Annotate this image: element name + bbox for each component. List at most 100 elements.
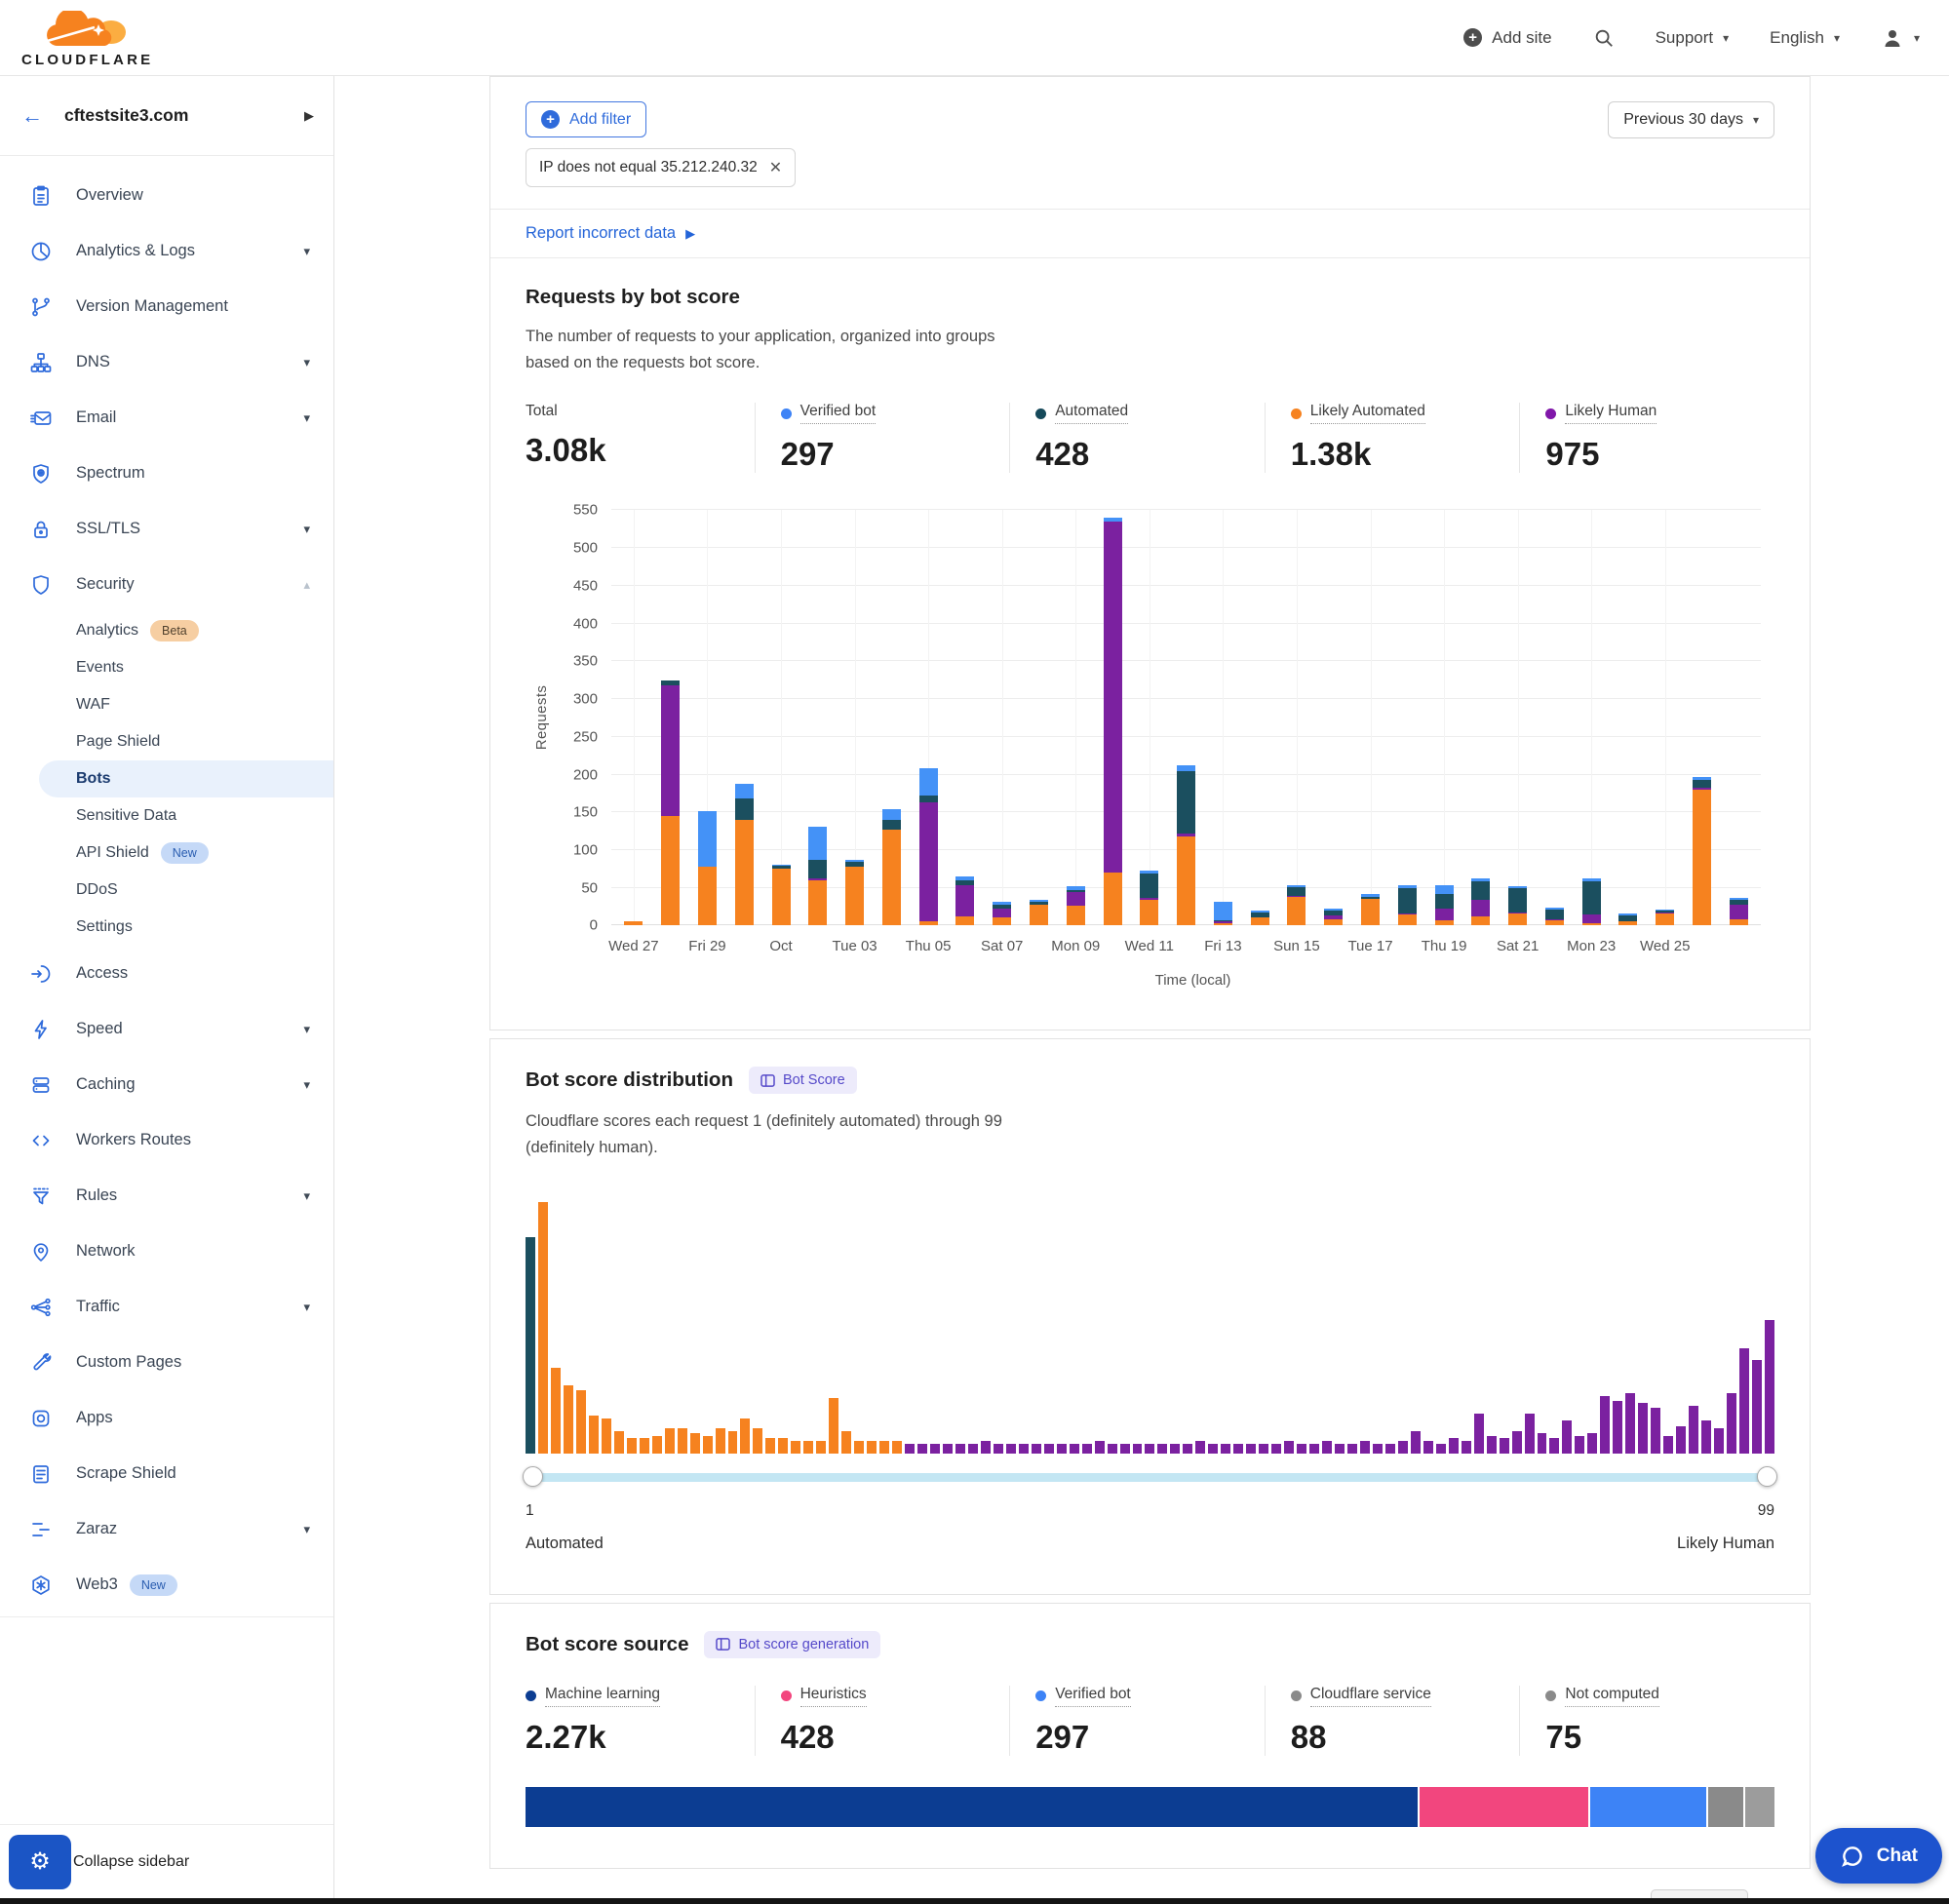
x-tick-label: Tue 03 <box>833 938 877 954</box>
sidebar-item-speed[interactable]: Speed▾ <box>0 1001 333 1057</box>
sidebar-item-overview[interactable]: Overview <box>0 168 333 223</box>
bar-segment <box>993 909 1011 917</box>
sidebar-subitem-events[interactable]: Events <box>0 649 333 686</box>
new-badge: New <box>161 842 209 864</box>
sidebar-item-web3[interactable]: Web3New <box>0 1557 333 1613</box>
stat-label: Verified bot <box>1035 1686 1265 1707</box>
slider-max-label: 99 <box>1758 1502 1774 1520</box>
cloudflare-logo[interactable]: CLOUDFLARE <box>21 11 153 68</box>
stat-label-text[interactable]: Likely Automated <box>1310 403 1425 424</box>
histogram-bar <box>905 1444 915 1454</box>
sidebar-item-traffic[interactable]: Traffic▾ <box>0 1279 333 1335</box>
sidebar-item-network[interactable]: Network <box>0 1224 333 1279</box>
pin-icon <box>29 1240 53 1263</box>
histogram-bar <box>930 1444 940 1454</box>
source-segment-heuristics <box>1420 1787 1588 1827</box>
histogram-bar <box>1322 1441 1332 1454</box>
stat-label-text[interactable]: Cloudflare service <box>1310 1686 1431 1707</box>
sidebar-item-spectrum[interactable]: Spectrum <box>0 446 333 501</box>
bar-segment <box>1398 914 1417 925</box>
sidebar-item-custom-pages[interactable]: Custom Pages <box>0 1335 333 1390</box>
sidebar-item-analytics-logs[interactable]: Analytics & Logs▾ <box>0 223 333 279</box>
sidebar-subitem-bots[interactable]: Bots <box>39 760 333 797</box>
histogram-bar <box>892 1441 902 1454</box>
sidebar-item-version-management[interactable]: Version Management <box>0 279 333 334</box>
bar-segment <box>993 917 1011 925</box>
support-menu[interactable]: Support ▾ <box>1656 28 1730 48</box>
sidebar-item-rules[interactable]: Rules▾ <box>0 1168 333 1224</box>
add-filter-button[interactable]: + Add filter <box>526 101 646 137</box>
stat-label-text[interactable]: Verified bot <box>1055 1686 1131 1707</box>
slider-handle-min[interactable] <box>523 1466 543 1487</box>
histogram-bar <box>1373 1444 1383 1454</box>
sidebar-item-caching[interactable]: Caching▾ <box>0 1057 333 1112</box>
partially-visible-button[interactable] <box>1651 1889 1748 1898</box>
sidebar-subitem-security-analytics[interactable]: AnalyticsBeta <box>0 612 333 649</box>
stat-label-text[interactable]: Heuristics <box>800 1686 867 1707</box>
x-tick-label: Thu 19 <box>1422 938 1467 954</box>
site-selector[interactable]: ← cftestsite3.com ▶ <box>0 76 333 156</box>
stat-label-text[interactable]: Machine learning <box>545 1686 660 1707</box>
site-name: cftestsite3.com <box>64 105 188 126</box>
settings-gear-button[interactable]: ⚙ <box>9 1835 71 1889</box>
time-range-dropdown[interactable]: Previous 30 days ▾ <box>1608 101 1774 138</box>
stat-label-text[interactable]: Verified bot <box>800 403 877 424</box>
close-icon[interactable]: ✕ <box>769 158 782 177</box>
slider-handle-max[interactable] <box>1757 1466 1777 1487</box>
stat-verified-bot: Verified bot297 <box>755 403 1010 473</box>
search-icon <box>1593 27 1615 49</box>
sidebar-item-apps[interactable]: Apps <box>0 1390 333 1446</box>
requests-bar <box>1251 911 1269 925</box>
add-site-button[interactable]: + Add site <box>1463 28 1551 48</box>
sidebar-item-zaraz[interactable]: Zaraz▾ <box>0 1501 333 1557</box>
sidebar-item-access[interactable]: Access <box>0 946 333 1001</box>
histogram-bar <box>690 1433 700 1454</box>
histogram-bar <box>1525 1414 1535 1454</box>
chat-button[interactable]: Chat <box>1815 1828 1942 1884</box>
source-segment-cloudflare-service <box>1708 1787 1742 1827</box>
score-range-slider[interactable] <box>526 1465 1774 1489</box>
stat-label-text[interactable]: Automated <box>1055 403 1128 424</box>
histogram-bar <box>943 1444 953 1454</box>
language-menu[interactable]: English ▾ <box>1770 28 1840 48</box>
back-arrow-icon[interactable]: ← <box>21 103 43 129</box>
search-button[interactable] <box>1593 27 1615 49</box>
sidebar-subitem-settings[interactable]: Settings <box>0 909 333 946</box>
histogram-bar <box>1145 1444 1154 1454</box>
filter-chip[interactable]: IP does not equal 35.212.240.32 ✕ <box>526 148 796 187</box>
sidebar-item-dns[interactable]: DNS▾ <box>0 334 333 390</box>
requests-bar <box>1140 871 1158 925</box>
sidebar-item-security[interactable]: Security▴ <box>0 557 333 612</box>
bar-segment <box>1582 923 1601 925</box>
sidebar-subitem-page-shield[interactable]: Page Shield <box>0 723 333 760</box>
bar-segment <box>661 685 680 816</box>
bar-segment <box>1067 892 1085 906</box>
collapse-sidebar-button[interactable]: ⚙ Collapse sidebar <box>0 1824 333 1898</box>
x-tick-label: Fri 29 <box>688 938 725 954</box>
bot-score-generation-badge[interactable]: Bot score generation <box>704 1631 880 1658</box>
account-menu[interactable]: ▾ <box>1881 26 1920 50</box>
sidebar-subitem-ddos[interactable]: DDoS <box>0 872 333 909</box>
sidebar-item-scrape-shield[interactable]: Scrape Shield <box>0 1446 333 1501</box>
report-incorrect-data-link[interactable]: Report incorrect data ▶ <box>526 224 695 243</box>
slider-track[interactable] <box>527 1473 1773 1482</box>
sidebar-item-ssl-tls[interactable]: SSL/TLS▾ <box>0 501 333 557</box>
sidebar-subitem-sensitive-data[interactable]: Sensitive Data <box>0 797 333 835</box>
stat-label-text[interactable]: Likely Human <box>1565 403 1657 424</box>
bar-slot: Wed 11 <box>1131 510 1168 925</box>
sidebar-subitem-label: Events <box>76 659 124 677</box>
bot-score-badge[interactable]: Bot Score <box>749 1067 857 1094</box>
chevron-right-icon[interactable]: ▶ <box>304 108 314 124</box>
bar-segment <box>1287 887 1306 896</box>
sidebar-subitem-api-shield[interactable]: API ShieldNew <box>0 835 333 872</box>
histogram-bar <box>1057 1444 1067 1454</box>
sidebar-item-label: Access <box>76 964 128 983</box>
gridline-vertical <box>634 510 635 925</box>
bar-segment <box>1030 905 1048 925</box>
sidebar-item-email[interactable]: Email▾ <box>0 390 333 446</box>
sidebar-subitem-waf[interactable]: WAF <box>0 686 333 723</box>
histogram-bar <box>1120 1444 1130 1454</box>
stat-label-text[interactable]: Not computed <box>1565 1686 1659 1707</box>
y-tick-label: 550 <box>573 502 598 519</box>
sidebar-item-workers-routes[interactable]: Workers Routes <box>0 1112 333 1168</box>
